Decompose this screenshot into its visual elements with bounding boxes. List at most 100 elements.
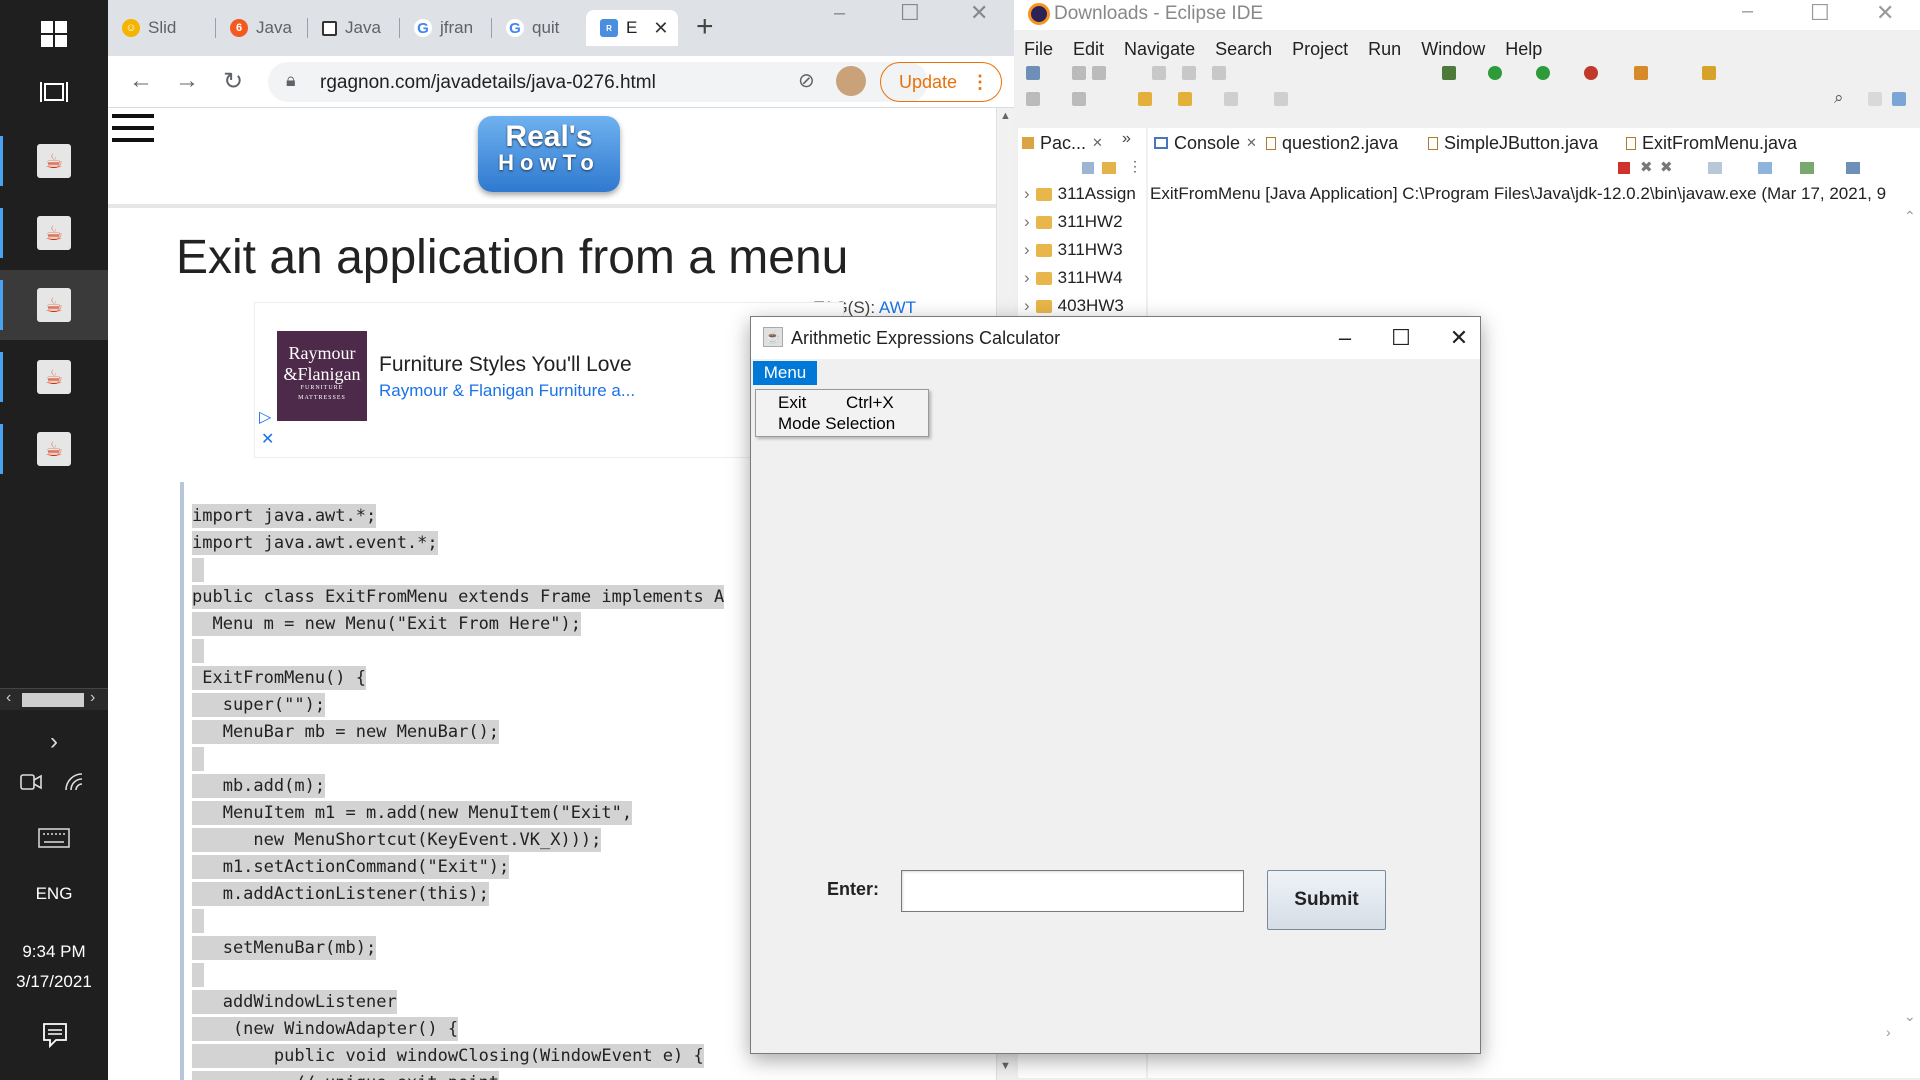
minimize-button[interactable]: – [834, 2, 845, 25]
tag-link-awt[interactable]: AWT [879, 298, 916, 317]
scroll-right-icon[interactable]: › [1886, 1024, 1891, 1040]
network-button[interactable] [64, 772, 88, 794]
overflow-tabs-button[interactable]: » [1122, 130, 1131, 148]
ad-close-icon[interactable]: ✕ [261, 429, 274, 449]
browser-tab-1[interactable]: ☺ Slid [108, 10, 216, 46]
console-scrollbar[interactable]: ⌃ ⌄ [1902, 208, 1918, 1038]
search-icon[interactable]: ⌕ [1834, 88, 1844, 108]
language-indicator[interactable]: ENG [0, 884, 108, 904]
menu-search[interactable]: Search [1205, 36, 1282, 62]
notifications-button[interactable] [42, 1022, 68, 1049]
scroll-left-icon[interactable]: ‹ [6, 689, 11, 707]
browser-tab-active[interactable]: R E ✕ [586, 10, 678, 46]
save-icon[interactable] [1072, 66, 1086, 80]
scroll-right-icon[interactable]: › [90, 689, 95, 707]
clock-date[interactable]: 3/17/2021 [0, 972, 108, 992]
menu-project[interactable]: Project [1282, 36, 1358, 62]
toolbar-icon[interactable] [1072, 92, 1086, 106]
scroll-down-icon[interactable]: ▼ [1000, 1060, 1011, 1072]
pin-editor-icon[interactable] [1274, 92, 1288, 106]
run-icon[interactable] [1488, 66, 1502, 80]
clock-time[interactable]: 9:34 PM [0, 942, 108, 962]
maximize-button[interactable]: ☐ [1373, 317, 1429, 359]
reload-button[interactable]: ↻ [218, 66, 248, 96]
ad-headline[interactable]: Furniture Styles You'll Love [379, 353, 632, 377]
clear-console-icon[interactable] [1708, 162, 1722, 174]
taskbar-java-app-3[interactable]: ☕ [0, 270, 108, 340]
remove-all-icon[interactable]: ✖ [1660, 158, 1673, 176]
close-window-button[interactable]: ✕ [1876, 0, 1894, 26]
scroll-down-icon[interactable]: ⌄ [1904, 1008, 1916, 1025]
menu-window[interactable]: Window [1411, 36, 1495, 62]
close-tab-icon[interactable]: ✕ [653, 18, 668, 39]
menu-item-exit[interactable]: Exit Ctrl+X [778, 393, 894, 413]
update-button[interactable]: Update ⋮ [880, 62, 1002, 102]
calculator-titlebar[interactable]: ☕ Arithmetic Expressions Calculator – ☐ … [751, 317, 1480, 359]
url-text[interactable]: rgagnon.com/javadetails/java-0276.html [320, 72, 656, 94]
coverage-icon[interactable] [1536, 66, 1550, 80]
open-type-icon[interactable] [1702, 66, 1716, 80]
profile-avatar[interactable] [836, 66, 866, 96]
open-console-icon[interactable] [1800, 162, 1814, 174]
tab-exitfrommenu-java[interactable]: ExitFromMenu.java [1626, 128, 1797, 158]
view-menu-icon[interactable]: ⋮ [1128, 158, 1142, 175]
close-window-button[interactable]: ✕ [970, 0, 988, 26]
scroll-up-icon[interactable]: ⌃ [1904, 208, 1916, 225]
maximize-button[interactable]: ☐ [1810, 0, 1830, 26]
scroll-up-icon[interactable]: ▲ [1000, 110, 1011, 122]
back-button[interactable]: ← [126, 66, 156, 96]
meet-now-button[interactable] [20, 772, 44, 794]
minimize-button[interactable]: – [1742, 0, 1753, 23]
taskbar-scrollbar[interactable]: ‹ › [0, 688, 108, 710]
close-icon[interactable]: ✕ [1092, 135, 1103, 151]
external-tools-icon[interactable] [1584, 66, 1598, 80]
new-java-class-icon[interactable] [1634, 66, 1648, 80]
tab-package-explorer[interactable]: Pac... ✕ [1022, 128, 1103, 158]
browser-tab-3[interactable]: Java [308, 10, 400, 46]
menu-help[interactable]: Help [1495, 36, 1552, 62]
scroll-thumb[interactable] [22, 693, 84, 707]
project-item[interactable]: › 403HW3 [1024, 296, 1124, 316]
menu-button[interactable]: Menu [753, 361, 817, 385]
touch-keyboard-button[interactable] [38, 828, 70, 850]
project-item[interactable]: › 311HW3 [1024, 240, 1123, 260]
new-icon[interactable] [1026, 66, 1040, 80]
forward-icon[interactable] [1224, 92, 1238, 106]
toolbar-icon[interactable] [1182, 66, 1196, 80]
menu-edit[interactable]: Edit [1063, 36, 1114, 62]
display-console-icon[interactable] [1846, 162, 1860, 174]
new-tab-button[interactable]: + [696, 10, 714, 44]
menu-file[interactable]: File [1014, 36, 1063, 62]
taskbar-java-app-2[interactable]: ☕ [0, 198, 108, 268]
browser-tab-5[interactable]: G quit [492, 10, 584, 46]
toolbar-icon[interactable] [1152, 66, 1166, 80]
close-window-button[interactable]: ✕ [1431, 317, 1487, 359]
tab-question2-java[interactable]: question2.java [1266, 128, 1398, 158]
close-icon[interactable]: ✕ [1246, 135, 1257, 151]
taskbar-java-app-4[interactable]: ☕ [0, 342, 108, 412]
open-perspective-icon[interactable] [1868, 92, 1882, 106]
expression-input[interactable] [901, 870, 1244, 912]
browser-tab-2[interactable]: 6 Java [216, 10, 308, 46]
ad-subline[interactable]: Raymour & Flanigan Furniture a... [379, 381, 635, 401]
menu-navigate[interactable]: Navigate [1114, 36, 1205, 62]
tracking-blocked-icon[interactable]: ⊘ [798, 68, 815, 93]
back-icon[interactable] [1178, 92, 1192, 106]
remove-launch-icon[interactable]: ✖ [1640, 158, 1653, 176]
java-perspective-icon[interactable] [1892, 92, 1906, 106]
maximize-button[interactable]: ☐ [900, 0, 920, 26]
minimize-button[interactable]: – [1317, 317, 1373, 359]
project-item[interactable]: › 311HW2 [1024, 212, 1123, 232]
forward-button[interactable]: → [172, 66, 202, 96]
collapse-all-icon[interactable] [1082, 162, 1094, 174]
taskbar-java-app-5[interactable]: ☕ [0, 414, 108, 484]
realshowto-logo[interactable]: Real's HowTo [478, 116, 620, 192]
taskbar-java-app-1[interactable]: ☕ [0, 126, 108, 196]
tab-simplejbutton-java[interactable]: SimpleJButton.java [1428, 128, 1598, 158]
save-all-icon[interactable] [1092, 66, 1106, 80]
link-editor-icon[interactable] [1102, 162, 1116, 174]
address-bar[interactable]: 🔒︎ rgagnon.com/javadetails/java-0276.htm… [268, 62, 928, 102]
show-more-button[interactable]: › [0, 720, 108, 764]
terminate-icon[interactable] [1618, 162, 1630, 174]
submit-button[interactable]: Submit [1267, 870, 1386, 930]
